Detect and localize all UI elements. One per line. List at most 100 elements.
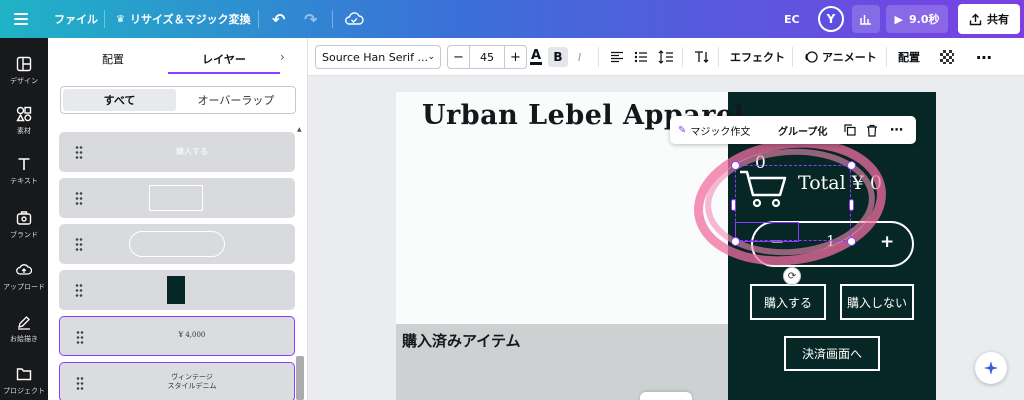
rail-item-projects[interactable]: プロジェクト [0,356,48,400]
filter-all[interactable]: すべて [63,89,176,111]
rail-item-design[interactable]: デザイン [0,46,48,96]
divider [598,47,599,67]
no-buy-button[interactable]: 購入しない [840,284,914,320]
font-size-value[interactable]: 45 [470,46,504,68]
quantity-plus[interactable]: + [880,232,894,252]
divider [718,47,719,67]
rail-item-draw[interactable]: お絵描き [0,304,48,354]
layer-item[interactable] [59,270,295,310]
text-direction-icon[interactable] [694,38,710,76]
drag-handle-icon[interactable] [75,145,83,159]
crown-icon: ♛ [116,13,125,25]
drag-handle-icon[interactable] [75,283,83,297]
file-menu[interactable]: ファイル [54,0,98,38]
brand-icon [16,211,32,225]
divider [886,47,887,67]
line-spacing-icon[interactable] [658,38,674,76]
layer-thumb-rect [149,185,203,211]
resize-handle[interactable] [731,161,740,170]
increase-size-button[interactable]: + [504,46,526,68]
format-toolbar: Source Han Serif ... ⌄ − 45 + A B I エフェク… [308,38,1024,76]
font-selector[interactable]: Source Han Serif ... ⌄ [315,45,441,69]
rail-item-upload[interactable]: アップロード [0,252,48,302]
bold-icon: B [548,47,568,67]
resize-handle[interactable] [847,161,856,170]
color-swatch [530,61,542,65]
drag-handle-icon[interactable] [76,376,84,390]
layer-item[interactable]: ヴィンテージ スタイルデニム [59,362,295,400]
rail-item-elements[interactable]: 素材 [0,96,48,146]
animate-button[interactable]: アニメート [804,38,877,76]
list-icon[interactable] [634,38,648,76]
share-label: 共有 [987,13,1009,26]
animate-icon [805,51,818,63]
insights-button[interactable] [852,5,880,33]
effects-button[interactable]: エフェクト [730,38,785,76]
menu-icon[interactable] [14,13,28,25]
layer-thumb-line: ヴィンテージ [171,372,213,381]
redo-icon[interactable]: ↷ [304,0,317,38]
more-icon[interactable]: ⋯ [890,116,903,144]
elements-icon [16,106,32,122]
rail-label: プロジェクト [3,387,45,395]
rotate-icon[interactable]: ⟳ [783,267,801,285]
scrollbar-thumb[interactable] [296,356,304,400]
resize-label: リサイズ＆マジック変換 [129,13,251,26]
chevron-down-icon: ⌄ [427,52,435,62]
italic-icon[interactable]: I [578,38,581,76]
side-rail: デザイン 素材 テキスト ブランド アップロード お絵描き プロジェクト [0,38,48,400]
resize-handle[interactable] [847,237,856,246]
group-button[interactable]: グループ化 [778,116,827,144]
drag-handle-icon[interactable] [75,237,83,251]
cloud-saved-icon[interactable] [344,0,364,38]
resize-handle[interactable] [849,199,854,211]
active-tab-indicator [168,72,280,74]
magic-write-button[interactable]: ✎ マジック作文 [678,116,750,144]
position-button[interactable]: 配置 [898,38,920,76]
avatar[interactable]: Y [818,6,844,32]
checkout-button[interactable]: 決済画面へ [784,336,880,371]
transparency-icon[interactable] [940,38,954,76]
text-color-button[interactable]: A [530,38,542,76]
chevron-right-icon[interactable]: › [280,50,285,64]
purchased-items-heading[interactable]: 購入済みアイテム [402,330,521,351]
rail-label: テキスト [10,177,38,185]
layer-item[interactable] [59,178,295,218]
rail-label: アップロード [3,283,45,291]
magic-assistant-button[interactable] [975,352,1007,384]
layer-item[interactable]: 購入する [59,132,295,172]
magic-wand-icon: ✎ [678,124,687,136]
rail-item-brand[interactable]: ブランド [0,200,48,250]
present-button[interactable]: ▶ 9.0秒 [886,5,948,33]
duplicate-icon[interactable] [844,116,856,144]
align-left-icon[interactable] [610,38,624,76]
tab-layers[interactable]: レイヤー [168,48,280,70]
text-icon [18,158,30,170]
undo-icon[interactable]: ↶ [272,0,285,38]
rail-item-text[interactable]: テキスト [0,146,48,196]
layer-item[interactable] [59,224,295,264]
divider [792,47,793,67]
decrease-size-button[interactable]: − [448,46,470,68]
inner-selection [735,222,799,242]
magic-label: マジック作文 [690,126,751,138]
resize-button[interactable]: ♛ リサイズ＆マジック変換 [116,0,251,38]
bold-button[interactable]: B [548,38,568,76]
drag-handle-icon[interactable] [75,191,83,205]
buy-button[interactable]: 購入する [750,284,826,320]
layer-item[interactable]: ¥ 4,000 [59,316,295,356]
ec-label[interactable]: EC [784,0,800,38]
drag-handle-icon[interactable] [76,330,84,344]
resize-handle[interactable] [731,199,736,211]
trash-icon[interactable] [866,116,878,144]
tab-arrange[interactable]: 配置 [58,48,168,70]
layer-thumb-pill [129,231,225,257]
page-toggle[interactable] [640,392,692,400]
share-button[interactable]: 共有 [958,4,1020,34]
divider [682,47,683,67]
more-icon[interactable]: ⋯ [976,38,993,76]
filter-overlap[interactable]: オーバーラップ [178,89,294,111]
scroll-up-icon[interactable]: ▲ [297,126,302,133]
resize-handle[interactable] [731,237,740,246]
bar-chart-icon [860,15,871,25]
